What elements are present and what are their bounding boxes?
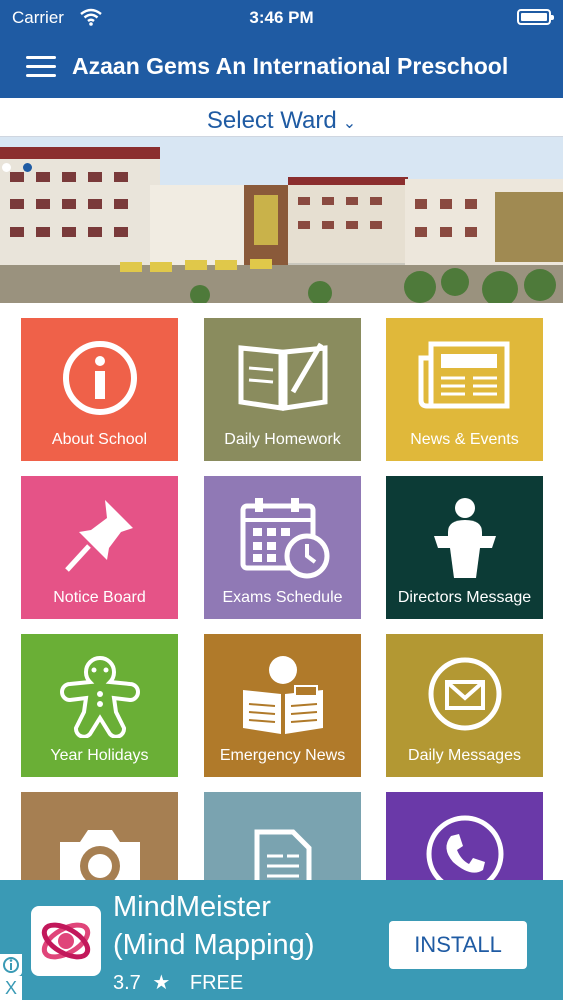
clock: 3:46 PM [249,8,314,27]
pin-icon [21,496,178,572]
close-icon: X [4,978,17,998]
podium-icon [386,496,543,578]
reader-icon [204,654,361,734]
banner-carousel[interactable] [0,137,563,303]
battery-icon [517,9,554,25]
info-icon [21,338,178,415]
calendar-clock-icon [204,496,361,579]
star-icon: ★ [152,972,171,994]
carousel-dot[interactable] [2,163,11,172]
status-bar: Carrier 3:46 PM [0,0,563,36]
ward-selector-label: Select Ward [206,107,337,134]
carousel-indicator[interactable] [2,159,44,177]
tile-daily-homework[interactable]: Daily Homework [204,318,361,461]
carousel-dot-active[interactable] [23,163,32,172]
app-icon[interactable] [31,906,101,976]
ad-app-name-line2: (Mind Mapping) [113,929,315,961]
school-building-image [0,137,563,303]
ad-choices-icon[interactable] [0,954,22,976]
document-icon [204,812,361,896]
ad-app-name[interactable]: MindMeister (Mind Mapping) [113,888,314,964]
tile-label: Daily Homework [224,431,341,448]
tile-emergency-news[interactable]: Emergency News [204,634,361,777]
tile-daily-messages[interactable]: Daily Messages [386,634,543,777]
tile-news-events[interactable]: News & Events [386,318,543,461]
ad-close-button[interactable]: X [0,976,22,1000]
tile-year-holidays[interactable]: Year Holidays [21,634,178,777]
tile-label: News & Events [410,431,519,448]
tile-directors-message[interactable]: Directors Message [386,476,543,619]
ad-banner[interactable]: MindMeister (Mind Mapping) 3.7 ★ FREE IN… [0,880,563,1000]
ad-meta: 3.7 ★ FREE [113,970,243,995]
book-icon [204,338,361,414]
chevron-down-icon: ⌄ [342,115,357,132]
tile-about-school[interactable]: About School [21,318,178,461]
nav-bar: Azaan Gems An International Preschool [0,36,563,98]
tile-label: About School [51,431,148,448]
tile-notice-board[interactable]: Notice Board [21,476,178,619]
tile-label: Emergency News [219,747,346,764]
ad-app-name-line1: MindMeister [113,891,271,923]
ward-selector[interactable]: Select Ward ⌄ [0,98,563,137]
tile-exams-schedule[interactable]: Exams Schedule [204,476,361,619]
tile-label: Notice Board [53,589,146,606]
menu-icon[interactable] [26,56,56,78]
phone-icon [386,812,543,893]
camera-icon [21,812,178,894]
mail-icon [386,654,543,731]
tile-label: Daily Messages [408,747,521,764]
ad-rating: 3.7 [113,972,141,994]
install-button[interactable]: INSTALL [389,921,527,969]
tile-label: Directors Message [397,589,532,606]
newspaper-icon [386,338,543,414]
tile-label: Year Holidays [50,747,149,764]
tile-label: Exams Schedule [222,589,343,606]
gingerbread-icon [21,654,178,738]
page-title: Azaan Gems An International Preschool [72,53,509,79]
ad-price: FREE [189,972,244,994]
